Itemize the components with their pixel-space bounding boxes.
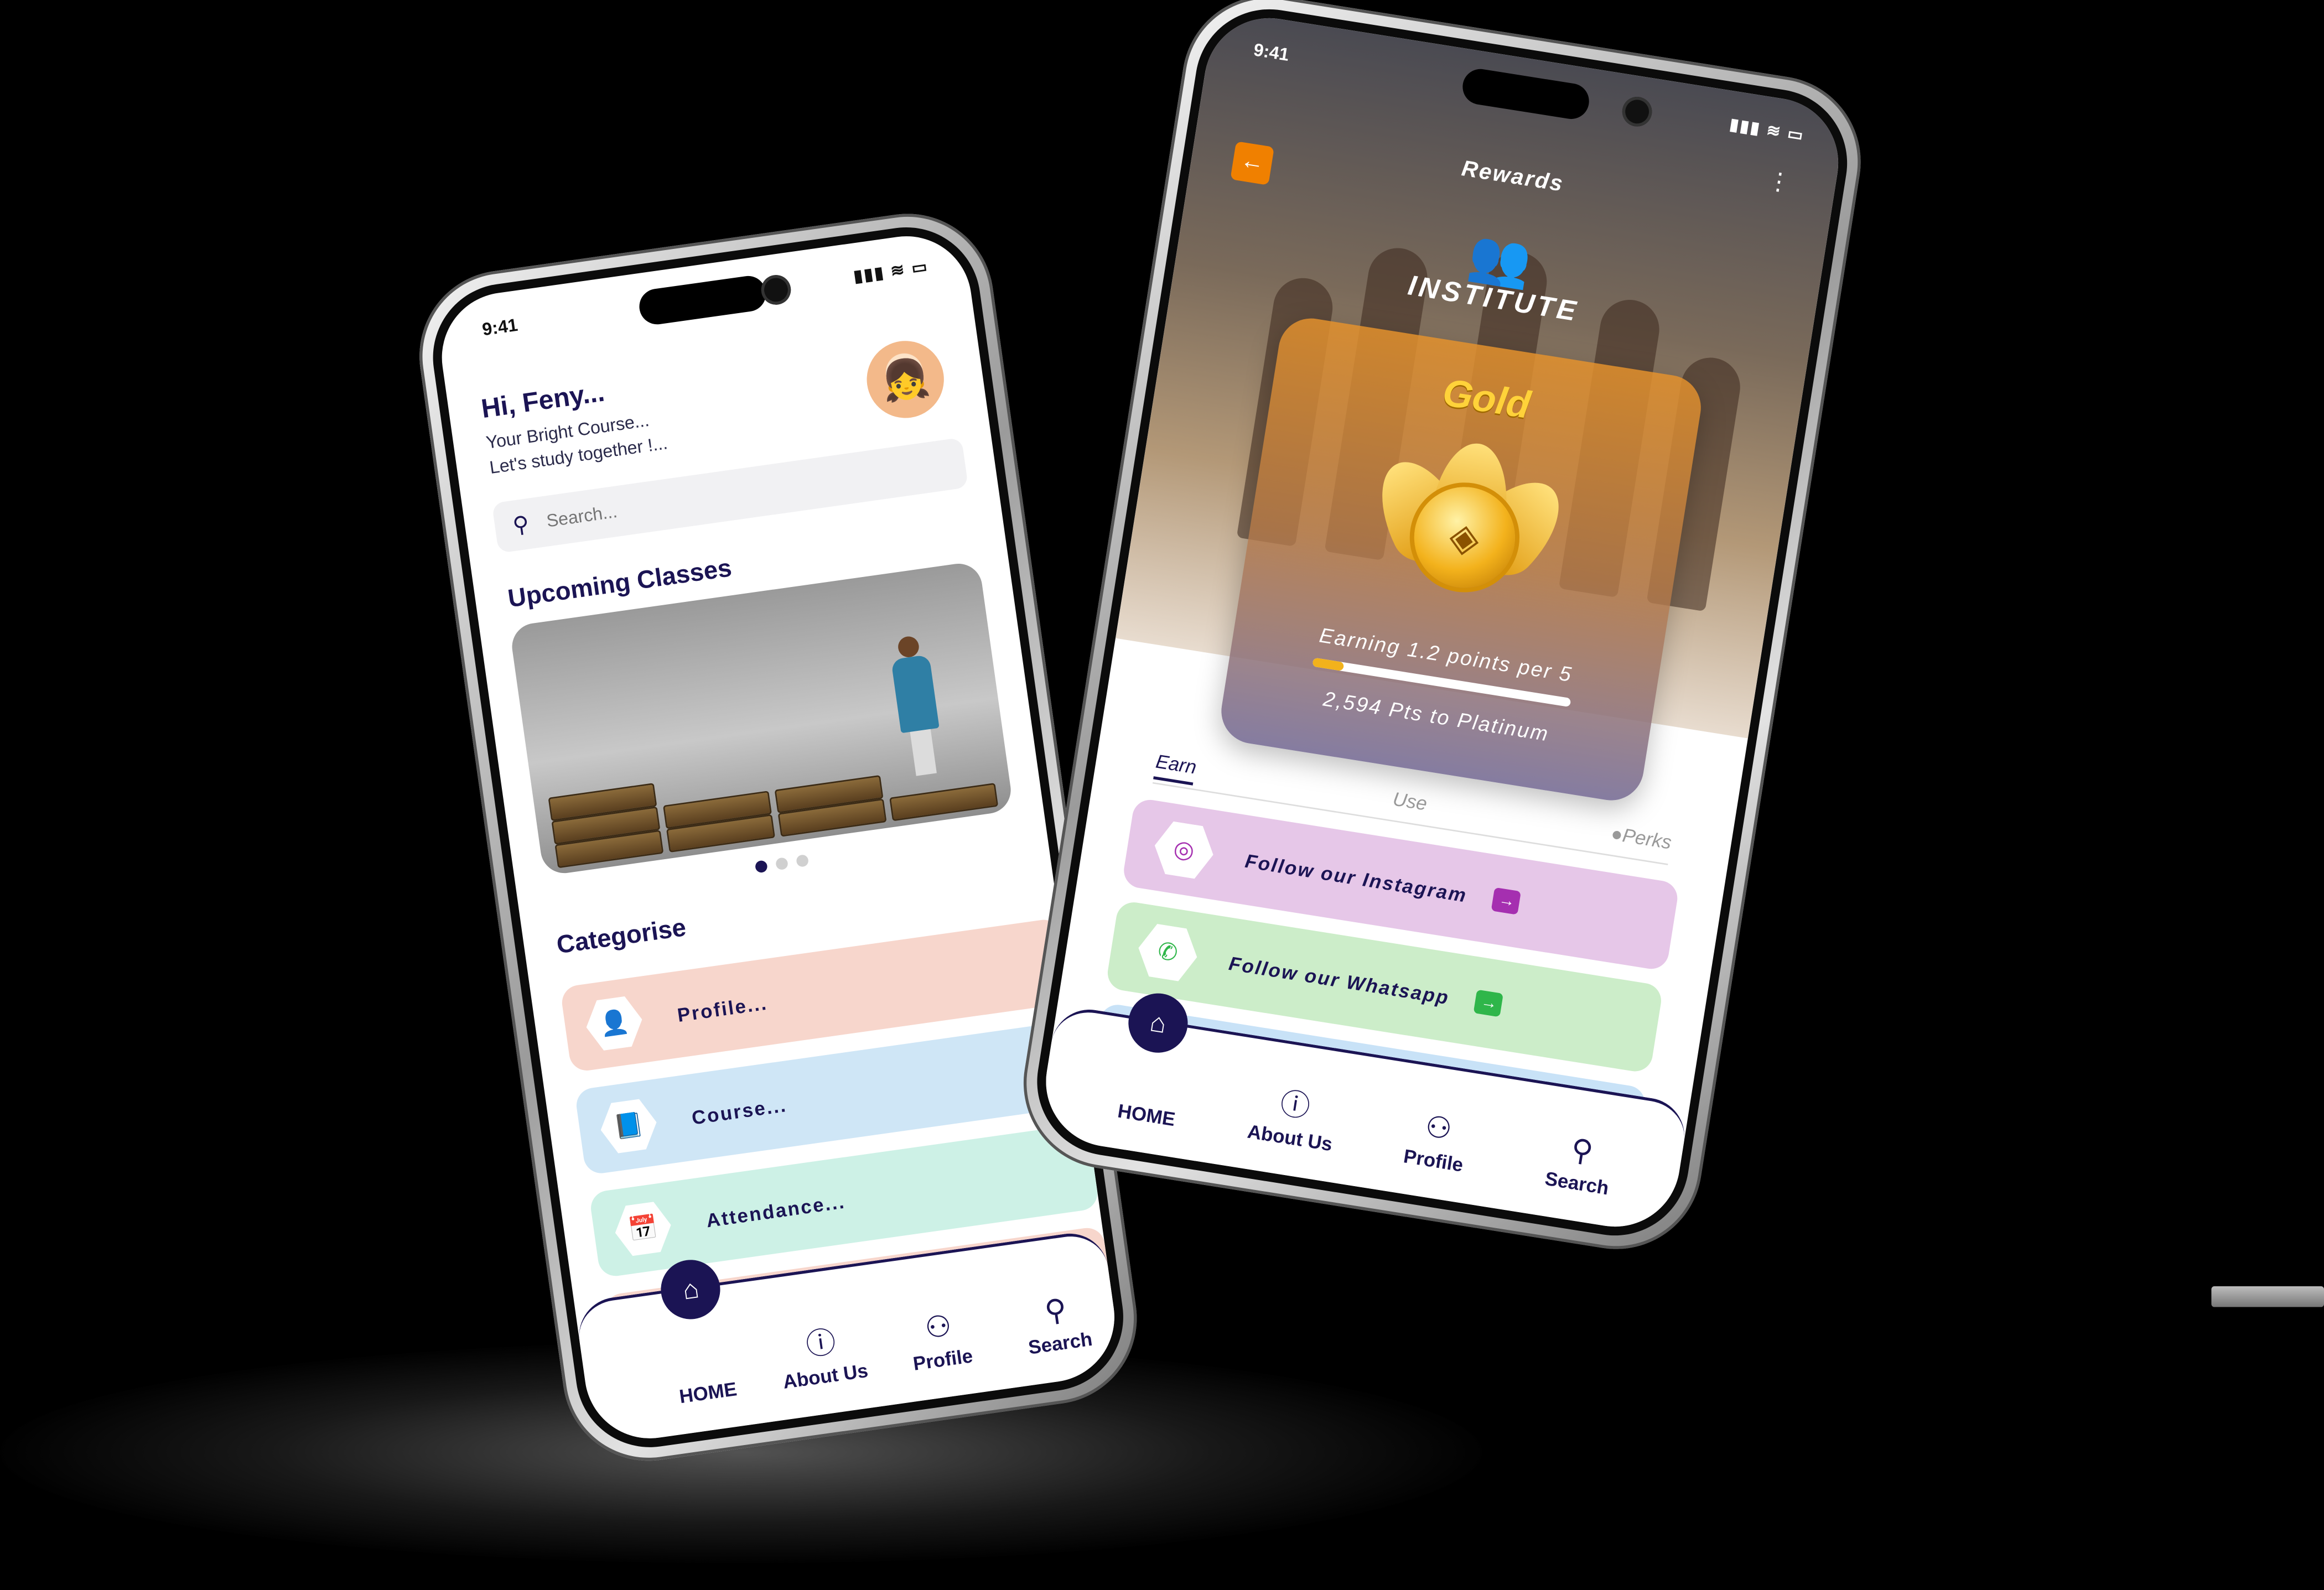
tab-home[interactable]: ⌂HOME — [650, 1338, 761, 1411]
tab-label: HOME — [1116, 1099, 1177, 1131]
carousel-dot[interactable] — [796, 854, 810, 868]
phone-rewards: 9:41 ▮▮▮ ≋ ▭ ⋮ ← Rewards 👥 INSTITUTE Gol… — [1011, 0, 1874, 1262]
edge-glint — [2211, 1286, 2324, 1307]
tab-label: HOME — [678, 1377, 739, 1408]
tab-about-us[interactable]: ⓘ About Us — [766, 1312, 879, 1394]
search-input[interactable] — [542, 458, 913, 533]
tab-search[interactable]: ⚲ Search — [1002, 1285, 1113, 1362]
earn-item-label: Follow our Instagram — [1243, 849, 1469, 906]
avatar[interactable]: 👧 — [862, 336, 949, 423]
category-icon: 📅 — [611, 1197, 675, 1261]
status-time: 9:41 — [480, 314, 519, 340]
greeting: Hi, Feny... Your Bright Course... Let's … — [479, 370, 669, 481]
arrow-right-icon[interactable]: → — [1491, 887, 1522, 915]
category-label: Attendance... — [704, 1189, 847, 1232]
tab-earn[interactable]: Earn — [1153, 750, 1199, 786]
arrow-right-icon[interactable]: → — [1474, 989, 1505, 1017]
mockup-stage: 9:41 ▮▮▮ ≋ ▭ Hi, Feny... Your Bright Cou… — [0, 0, 2324, 1590]
status-bar: 9:41 ▮▮▮ ≋ ▭ — [437, 248, 969, 352]
tab-perks[interactable]: ●Perks — [1610, 822, 1673, 854]
tab-use[interactable]: Use — [1392, 787, 1429, 814]
tier-progress-fill — [1312, 657, 1345, 672]
earn-item-label: Follow our Whatsapp — [1227, 951, 1451, 1009]
category-label: Profile... — [676, 991, 769, 1026]
tab-profile[interactable]: ⚇ Profile — [1381, 1102, 1493, 1179]
social-icon: ◎ — [1150, 816, 1218, 884]
tier-card: Gold ◈ Earning 1.2 points per 5 2,594 Pt… — [1216, 314, 1706, 806]
book-stack — [889, 783, 999, 822]
child-climbing-illustration — [882, 633, 952, 787]
status-icons: ▮▮▮ ≋ ▭ — [852, 258, 930, 287]
carousel-dot[interactable] — [754, 860, 768, 874]
tab-about-us[interactable]: ⓘ About Us — [1237, 1073, 1350, 1157]
home-screen: 9:41 ▮▮▮ ≋ ▭ Hi, Feny... Your Bright Cou… — [433, 227, 1123, 1447]
girl-avatar-icon: 👧 — [878, 353, 932, 404]
tab-home[interactable]: ⌂HOME — [1093, 1059, 1205, 1134]
menu-icon[interactable]: ⋮ — [1765, 165, 1793, 199]
category-icon: 📘 — [597, 1094, 661, 1158]
tab-profile[interactable]: ⚇ Profile — [884, 1302, 995, 1378]
back-arrow-icon: ← — [1238, 148, 1267, 177]
carousel-dot[interactable] — [775, 857, 789, 871]
search-icon: ⚲ — [511, 512, 531, 539]
category-icon: 👤 — [583, 991, 646, 1055]
social-icon: ✆ — [1134, 918, 1202, 986]
categories-title: Categorise — [554, 913, 688, 960]
gold-medal-icon: ◈ — [1360, 438, 1579, 625]
category-label: Course... — [690, 1093, 788, 1129]
rewards-screen: 9:41 ▮▮▮ ≋ ▭ ⋮ ← Rewards 👥 INSTITUTE Gol… — [1036, 8, 1848, 1236]
upcoming-class-banner[interactable] — [509, 560, 1014, 876]
phone-home: 9:41 ▮▮▮ ≋ ▭ Hi, Feny... Your Bright Cou… — [408, 202, 1148, 1472]
tab-search[interactable]: ⚲ Search — [1524, 1125, 1636, 1202]
status-time: 9:41 — [1252, 39, 1291, 65]
